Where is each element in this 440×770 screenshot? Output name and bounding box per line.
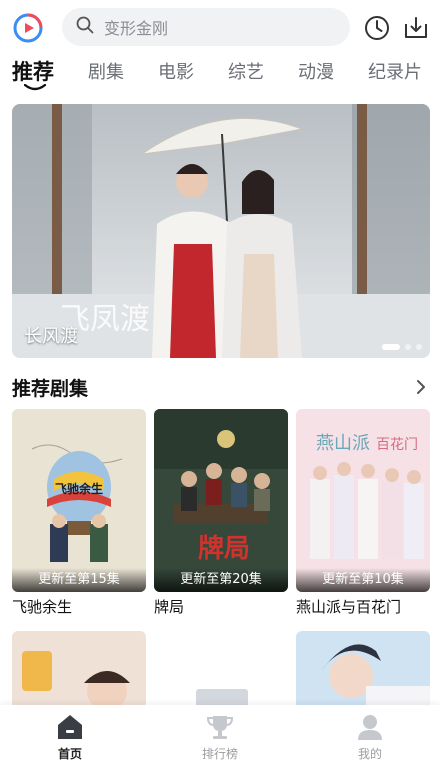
nav-label: 我的 xyxy=(357,747,382,761)
series-card[interactable]: 飞驰余生 更新至第15集 飞驰余生 xyxy=(12,409,146,617)
series-title: 燕山派与百花门 xyxy=(296,598,402,616)
app-logo-icon[interactable] xyxy=(12,12,44,44)
top-bar: 变形金刚 xyxy=(0,6,440,48)
person-icon xyxy=(358,715,382,740)
banner-image: 飞凤渡 xyxy=(12,104,430,358)
svg-text:百花门: 百花门 xyxy=(376,437,418,453)
tab-movies[interactable]: 电影 xyxy=(158,58,194,84)
category-tabs: 推荐 剧集 电影 综艺 动漫 纪录片 xyxy=(0,58,440,98)
update-badge: 更新至第20集 xyxy=(154,568,288,592)
svg-text:飞驰余生: 飞驰余生 xyxy=(55,481,103,496)
home-icon xyxy=(58,715,82,739)
carousel-dot xyxy=(382,344,400,350)
series-card[interactable]: 牌局 更新至第20集 牌局 xyxy=(154,409,288,617)
svg-text:燕山派: 燕山派 xyxy=(316,433,370,454)
nav-profile[interactable]: 我的 xyxy=(330,713,410,762)
series-title: 牌局 xyxy=(154,598,185,616)
trophy-icon xyxy=(206,716,234,739)
download-icon[interactable] xyxy=(400,12,432,44)
tab-recommend[interactable]: 推荐 xyxy=(12,56,54,86)
nav-label: 排行榜 xyxy=(201,747,238,761)
nav-ranking[interactable]: 排行榜 xyxy=(180,713,260,762)
nav-home[interactable]: 首页 xyxy=(30,713,110,762)
history-icon[interactable] xyxy=(361,12,393,44)
series-poster[interactable] xyxy=(12,631,146,711)
banner-title: 长风渡 xyxy=(24,326,78,347)
carousel-indicator xyxy=(382,344,422,350)
tab-documentary[interactable]: 纪录片 xyxy=(368,58,422,84)
update-badge: 更新至第15集 xyxy=(12,568,146,592)
section-title: 推荐剧集 xyxy=(12,378,89,400)
series-title: 飞驰余生 xyxy=(12,598,73,616)
tab-anime[interactable]: 动漫 xyxy=(298,58,334,84)
carousel-dot xyxy=(416,344,422,350)
series-poster: 牌局 更新至第20集 xyxy=(154,409,288,592)
tab-variety[interactable]: 综艺 xyxy=(228,58,264,84)
series-poster: 飞驰余生 更新至第15集 xyxy=(12,409,146,592)
search-icon xyxy=(76,16,94,38)
carousel-dot xyxy=(405,344,411,350)
update-badge: 更新至第10集 xyxy=(296,568,430,592)
series-poster[interactable] xyxy=(296,631,430,711)
hero-banner[interactable]: 飞凤渡 长风渡 xyxy=(12,104,430,358)
series-card[interactable]: 燕山派 百花门 更新至第10集 燕山派与百花门 xyxy=(296,409,430,617)
svg-text:牌局: 牌局 xyxy=(198,533,250,564)
tab-active-indicator xyxy=(24,84,46,91)
bottom-nav: 首页 排行榜 我的 xyxy=(0,705,440,770)
section-header[interactable]: 推荐剧集 xyxy=(12,374,430,402)
series-poster: 燕山派 百花门 更新至第10集 xyxy=(296,409,430,592)
tab-series[interactable]: 剧集 xyxy=(88,58,124,84)
search-input[interactable]: 变形金刚 xyxy=(62,8,350,46)
chevron-right-icon[interactable] xyxy=(414,378,428,396)
nav-label: 首页 xyxy=(57,747,82,761)
search-placeholder: 变形金刚 xyxy=(104,19,169,38)
series-poster-placeholder[interactable] xyxy=(154,631,288,711)
